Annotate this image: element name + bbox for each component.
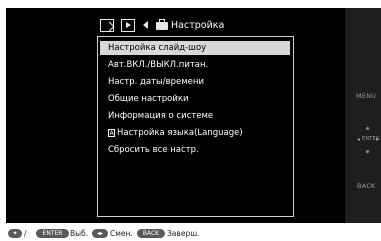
menu-item-language-label: Настройка языка(Language): [117, 128, 243, 138]
finish-label: Заверш.: [167, 229, 200, 238]
settings-title: Настройка: [171, 20, 225, 31]
enter-chip: ENTER: [36, 229, 69, 238]
slideshow-tab-icon[interactable]: [100, 19, 114, 32]
menu-hardware-button[interactable]: MENU: [356, 92, 376, 100]
back-hardware-button[interactable]: BACK: [357, 182, 375, 190]
back-chip: BACK: [137, 229, 165, 238]
language-icon: A: [108, 128, 115, 137]
back-arrow-icon[interactable]: [143, 21, 148, 29]
menu-item-date-time[interactable]: Настр. даты/времени: [108, 75, 288, 89]
playback-tab-icon[interactable]: [121, 19, 135, 32]
up-button[interactable]: [366, 127, 369, 130]
menu-item-general-settings[interactable]: Общие настройки: [108, 92, 288, 106]
menu-item-reset-all[interactable]: Сбросить все настр.: [108, 143, 288, 157]
toolbox-icon: [156, 19, 168, 30]
menu-item-language[interactable]: A Настройка языка(Language): [108, 126, 288, 140]
down-button[interactable]: [366, 150, 369, 153]
left-right-icon: ◂▸: [92, 229, 108, 238]
navigation-icon: ✦: [8, 229, 22, 238]
menu-item-system-info[interactable]: Информация о системе: [108, 109, 288, 123]
menu-item-auto-power[interactable]: Авт.ВКЛ./ВЫКЛ.питан.: [108, 58, 288, 72]
right-button[interactable]: ▸: [376, 136, 379, 143]
change-label: Смен.: [110, 229, 133, 238]
left-button[interactable]: ◂: [357, 136, 360, 143]
device-right-bezel: [345, 8, 381, 223]
separator: /: [24, 229, 27, 238]
select-label: Выб.: [70, 229, 89, 238]
menu-item-slideshow-settings[interactable]: Настройка слайд-шоу: [100, 41, 290, 55]
